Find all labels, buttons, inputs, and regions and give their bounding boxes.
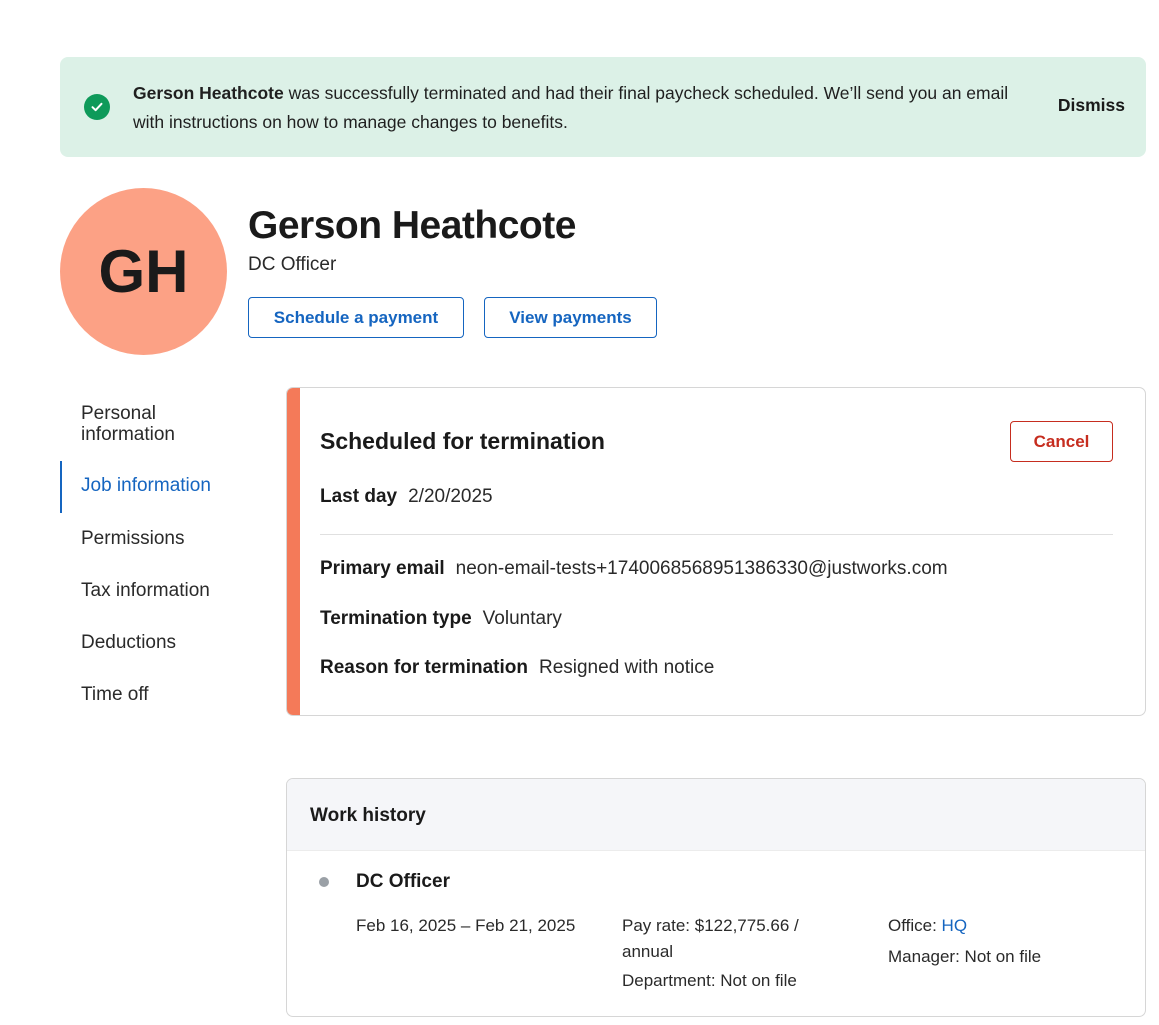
primary-email-label: Primary email bbox=[320, 558, 445, 579]
last-day-row: Last day 2/20/2025 bbox=[320, 486, 493, 508]
last-day-value: 2/20/2025 bbox=[408, 486, 493, 507]
success-banner: Gerson Heathcote was successfully termin… bbox=[60, 57, 1146, 157]
avatar: GH bbox=[60, 188, 227, 355]
work-history-job-title: DC Officer bbox=[356, 871, 450, 892]
sidebar-item-permissions[interactable]: Permissions bbox=[60, 528, 184, 549]
employee-role: DC Officer bbox=[248, 254, 337, 275]
primary-email-row: Primary email neon-email-tests+1740068568… bbox=[320, 558, 948, 580]
pay-rate-line-1: Pay rate: $122,775.66 / bbox=[622, 916, 799, 935]
dismiss-button[interactable]: Dismiss bbox=[1058, 95, 1125, 116]
check-circle-icon bbox=[84, 94, 110, 120]
work-history-header: Work history bbox=[287, 779, 1145, 851]
termination-reason-label: Reason for termination bbox=[320, 657, 528, 678]
office-link[interactable]: HQ bbox=[942, 916, 968, 935]
termination-card: Scheduled for termination Cancel Last da… bbox=[286, 387, 1146, 716]
schedule-payment-button[interactable]: Schedule a payment bbox=[248, 297, 464, 338]
page-title: Gerson Heathcote bbox=[248, 204, 576, 247]
banner-employee-name: Gerson Heathcote bbox=[133, 83, 284, 103]
sidebar-item-time-off[interactable]: Time off bbox=[60, 684, 149, 705]
card-accent-bar bbox=[287, 388, 300, 715]
cancel-termination-button[interactable]: Cancel bbox=[1010, 421, 1113, 462]
primary-email-value: neon-email-tests+1740068568951386330@jus… bbox=[455, 558, 948, 579]
termination-type-row: Termination type Voluntary bbox=[320, 608, 562, 630]
divider bbox=[320, 534, 1113, 535]
sidebar-item-personal-information[interactable]: Personal information bbox=[60, 403, 210, 445]
termination-reason-row: Reason for termination Resigned with noti… bbox=[320, 657, 714, 679]
work-history-dates: Feb 16, 2025 – Feb 21, 2025 bbox=[356, 916, 576, 935]
last-day-label: Last day bbox=[320, 486, 398, 507]
sidebar-item-job-information[interactable]: Job information bbox=[60, 461, 211, 513]
department-text: Department: Not on file bbox=[622, 971, 797, 990]
termination-type-label: Termination type bbox=[320, 608, 472, 629]
sidebar-item-deductions[interactable]: Deductions bbox=[60, 632, 176, 653]
office-row: Office: HQ bbox=[888, 913, 967, 939]
work-history-title: Work history bbox=[310, 805, 426, 826]
manager-text: Manager: Not on file bbox=[888, 947, 1042, 966]
work-history-card: Work history DC Officer Feb 16, 2025 – F… bbox=[286, 778, 1146, 1017]
termination-reason-value: Resigned with notice bbox=[538, 657, 715, 678]
office-label: Office: bbox=[888, 916, 942, 935]
pay-rate-line-2: annual bbox=[622, 942, 674, 961]
termination-title: Scheduled for termination bbox=[320, 428, 605, 454]
sidebar-item-tax-information[interactable]: Tax information bbox=[60, 580, 210, 601]
banner-message: Gerson Heathcote was successfully termin… bbox=[133, 79, 1033, 137]
termination-type-value: Voluntary bbox=[482, 608, 562, 629]
view-payments-button[interactable]: View payments bbox=[484, 297, 657, 338]
bullet-dot-icon bbox=[319, 877, 329, 887]
